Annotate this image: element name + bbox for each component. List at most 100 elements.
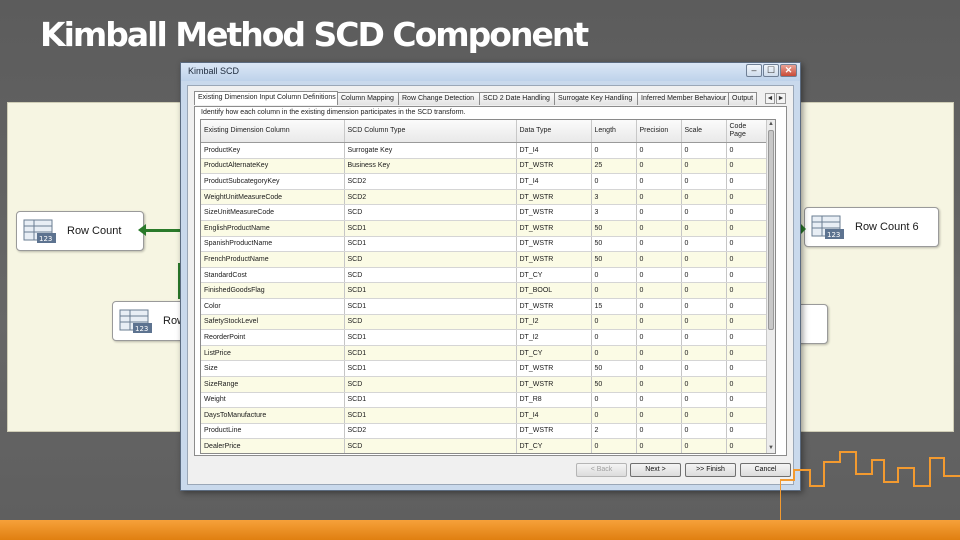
table-cell[interactable]: 0 bbox=[591, 267, 637, 284]
table-cell[interactable]: SCD2 bbox=[344, 423, 517, 440]
table-cell[interactable]: 0 bbox=[726, 392, 769, 409]
tab-row-change-detection[interactable]: Row Change Detection bbox=[398, 92, 480, 105]
next-button[interactable]: Next > bbox=[630, 463, 681, 477]
table-cell[interactable]: 0 bbox=[636, 314, 682, 331]
table-row[interactable]: ProductAlternateKey Business Key DT_WSTR 25… bbox=[201, 158, 769, 175]
table-cell[interactable]: 2 bbox=[591, 423, 637, 440]
table-cell[interactable]: Weight bbox=[201, 392, 345, 409]
table-row[interactable]: SafetyStockLevel SCD DT_I2 0 0 0 0 bbox=[201, 314, 769, 331]
table-cell[interactable]: 0 bbox=[726, 360, 769, 377]
table-cell[interactable]: 0 bbox=[681, 360, 727, 377]
table-cell[interactable]: 3 bbox=[591, 204, 637, 221]
table-cell[interactable]: 0 bbox=[591, 392, 637, 409]
column-header[interactable]: Precision bbox=[636, 120, 682, 143]
table-cell[interactable]: 3 bbox=[591, 189, 637, 206]
table-cell[interactable]: Size bbox=[201, 360, 345, 377]
table-row[interactable]: DaysToManufacture SCD1 DT_I4 0 0 0 0 bbox=[201, 407, 769, 424]
table-cell[interactable]: 0 bbox=[726, 376, 769, 393]
table-cell[interactable]: DT_WSTR bbox=[516, 376, 592, 393]
table-cell[interactable]: DT_BOOL bbox=[516, 282, 592, 299]
table-cell[interactable]: 0 bbox=[726, 438, 769, 453]
table-cell[interactable]: 0 bbox=[726, 142, 769, 159]
table-cell[interactable]: 0 bbox=[636, 345, 682, 362]
table-cell[interactable]: SCD bbox=[344, 251, 517, 268]
table-cell[interactable]: ListPrice bbox=[201, 345, 345, 362]
close-button[interactable]: ✕ bbox=[780, 64, 797, 77]
table-cell[interactable]: DT_CY bbox=[516, 438, 592, 453]
table-cell[interactable]: 0 bbox=[681, 329, 727, 346]
table-cell[interactable]: DT_I4 bbox=[516, 407, 592, 424]
table-cell[interactable]: 0 bbox=[636, 173, 682, 190]
table-cell[interactable]: 0 bbox=[636, 267, 682, 284]
table-row[interactable]: ProductLine SCD2 DT_WSTR 2 0 0 0 bbox=[201, 423, 769, 440]
table-cell[interactable]: DT_WSTR bbox=[516, 251, 592, 268]
table-cell[interactable]: 0 bbox=[726, 158, 769, 175]
table-cell[interactable]: SizeUnitMeasureCode bbox=[201, 204, 345, 221]
table-cell[interactable]: 0 bbox=[681, 423, 727, 440]
table-cell[interactable]: 50 bbox=[591, 376, 637, 393]
table-cell[interactable]: 0 bbox=[726, 267, 769, 284]
table-cell[interactable]: SCD bbox=[344, 314, 517, 331]
table-cell[interactable]: ReorderPoint bbox=[201, 329, 345, 346]
table-cell[interactable]: 0 bbox=[681, 267, 727, 284]
table-row[interactable]: DealerPrice SCD DT_CY 0 0 0 0 bbox=[201, 438, 769, 453]
tab-output[interactable]: Output bbox=[728, 92, 757, 105]
table-cell[interactable]: 15 bbox=[591, 298, 637, 315]
table-cell[interactable]: 0 bbox=[636, 438, 682, 453]
table-row[interactable]: SizeUnitMeasureCode SCD DT_WSTR 3 0 0 0 bbox=[201, 204, 769, 221]
table-cell[interactable]: SCD bbox=[344, 204, 517, 221]
column-header[interactable]: Code Page bbox=[726, 120, 769, 143]
table-cell[interactable]: FrenchProductName bbox=[201, 251, 345, 268]
table-cell[interactable]: 0 bbox=[681, 173, 727, 190]
table-cell[interactable]: 0 bbox=[726, 236, 769, 253]
table-cell[interactable]: 0 bbox=[681, 345, 727, 362]
table-cell[interactable]: DT_WSTR bbox=[516, 189, 592, 206]
tab-scroll-right-button[interactable]: ► bbox=[776, 93, 786, 104]
table-cell[interactable]: FinishedGoodsFlag bbox=[201, 282, 345, 299]
table-cell[interactable]: SCD1 bbox=[344, 345, 517, 362]
table-row[interactable]: SpanishProductName SCD1 DT_WSTR 50 0 0 0 bbox=[201, 236, 769, 253]
table-cell[interactable]: 50 bbox=[591, 236, 637, 253]
table-cell[interactable]: SCD1 bbox=[344, 407, 517, 424]
table-cell[interactable]: 0 bbox=[636, 189, 682, 206]
table-cell[interactable]: 0 bbox=[681, 220, 727, 237]
table-cell[interactable]: SCD bbox=[344, 438, 517, 453]
scroll-up-icon[interactable]: ▲ bbox=[767, 120, 775, 129]
table-cell[interactable]: 0 bbox=[591, 438, 637, 453]
table-cell[interactable]: 0 bbox=[726, 329, 769, 346]
table-cell[interactable]: 0 bbox=[636, 282, 682, 299]
table-cell[interactable]: 0 bbox=[681, 392, 727, 409]
table-cell[interactable]: 0 bbox=[591, 407, 637, 424]
row-count-6-task[interactable]: 123 Row Count 6 bbox=[804, 207, 939, 247]
finish-button[interactable]: >> Finish bbox=[685, 463, 736, 477]
table-cell[interactable]: DT_I4 bbox=[516, 142, 592, 159]
table-cell[interactable]: DT_I2 bbox=[516, 329, 592, 346]
table-cell[interactable]: DT_WSTR bbox=[516, 220, 592, 237]
table-cell[interactable]: 0 bbox=[681, 282, 727, 299]
table-cell[interactable]: SCD1 bbox=[344, 236, 517, 253]
table-cell[interactable]: 0 bbox=[591, 345, 637, 362]
tab-inferred-member-behaviour[interactable]: Inferred Member Behaviour bbox=[637, 92, 729, 105]
table-cell[interactable]: 50 bbox=[591, 360, 637, 377]
table-row[interactable]: FrenchProductName SCD DT_WSTR 50 0 0 0 bbox=[201, 251, 769, 268]
table-cell[interactable]: DT_WSTR bbox=[516, 298, 592, 315]
table-cell[interactable]: SCD1 bbox=[344, 220, 517, 237]
table-cell[interactable]: SCD1 bbox=[344, 392, 517, 409]
table-cell[interactable]: 0 bbox=[681, 376, 727, 393]
tab-scroll-left-button[interactable]: ◄ bbox=[765, 93, 775, 104]
table-cell[interactable]: 0 bbox=[591, 282, 637, 299]
table-cell[interactable]: DT_R8 bbox=[516, 392, 592, 409]
table-cell[interactable]: 0 bbox=[726, 173, 769, 190]
table-cell[interactable]: 0 bbox=[726, 204, 769, 221]
table-cell[interactable]: 0 bbox=[591, 329, 637, 346]
table-cell[interactable]: 0 bbox=[636, 158, 682, 175]
table-cell[interactable]: 0 bbox=[681, 314, 727, 331]
dialog-titlebar[interactable]: Kimball SCD – ☐ ✕ bbox=[181, 63, 800, 81]
column-header[interactable]: Data Type bbox=[516, 120, 592, 143]
table-cell[interactable]: 0 bbox=[681, 204, 727, 221]
table-cell[interactable]: EnglishProductName bbox=[201, 220, 345, 237]
tab-scd2-date-handling[interactable]: SCD 2 Date Handling bbox=[479, 92, 555, 105]
table-cell[interactable]: 0 bbox=[591, 173, 637, 190]
table-cell[interactable]: StandardCost bbox=[201, 267, 345, 284]
table-cell[interactable]: Business Key bbox=[344, 158, 517, 175]
